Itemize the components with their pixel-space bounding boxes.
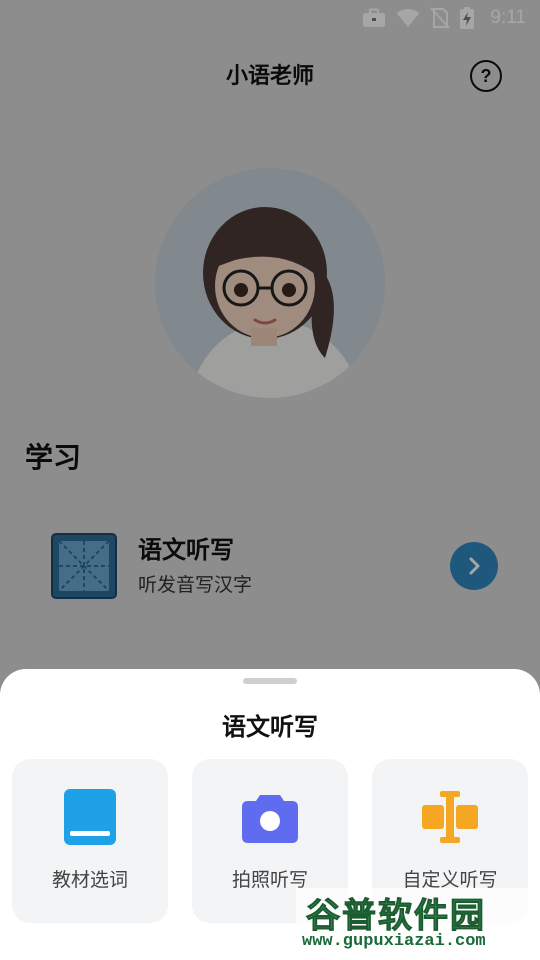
watermark-url: www.gupuxiazai.com — [302, 932, 486, 951]
book-icon — [64, 789, 116, 845]
option-textbook-words[interactable]: 教材选词 — [12, 759, 168, 923]
text-cursor-icon — [422, 791, 478, 843]
watermark: 谷普软件园 www.gupuxiazai.com — [296, 888, 540, 956]
drag-handle[interactable] — [243, 678, 297, 684]
watermark-logo: 谷普软件园 — [306, 896, 486, 937]
sheet-title: 语文听写 — [222, 713, 318, 741]
option-label: 教材选词 — [51, 869, 128, 891]
camera-icon — [242, 795, 298, 843]
